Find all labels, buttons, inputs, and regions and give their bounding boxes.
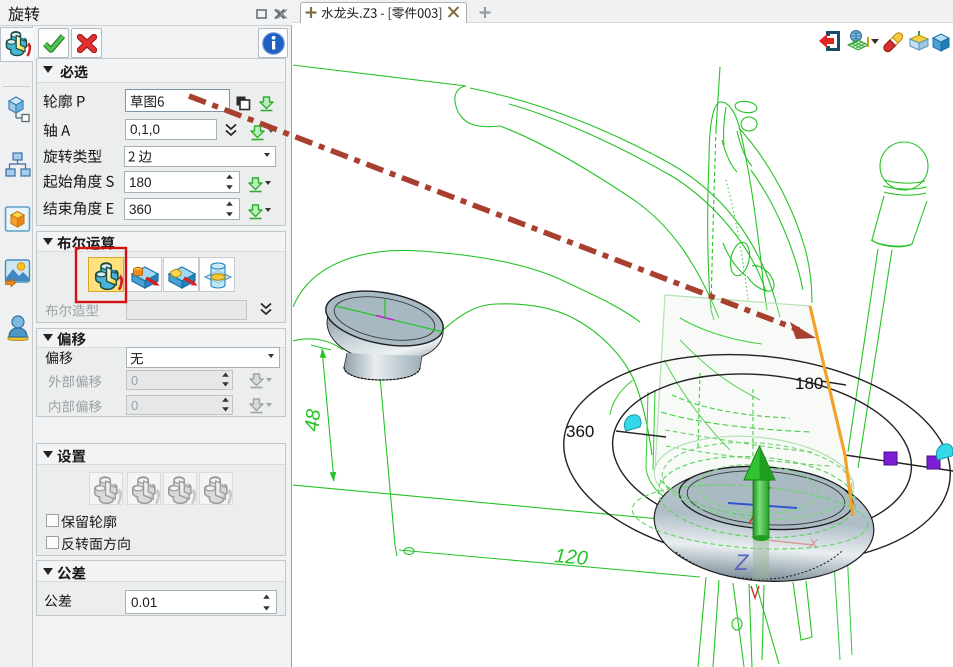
svg-text:120: 120 bbox=[554, 545, 589, 570]
svg-text:X: X bbox=[808, 536, 819, 551]
svg-text:48: 48 bbox=[301, 408, 325, 432]
svg-text:180: 180 bbox=[795, 374, 823, 393]
svg-text:360: 360 bbox=[566, 422, 594, 441]
svg-text:Z: Z bbox=[734, 550, 750, 575]
